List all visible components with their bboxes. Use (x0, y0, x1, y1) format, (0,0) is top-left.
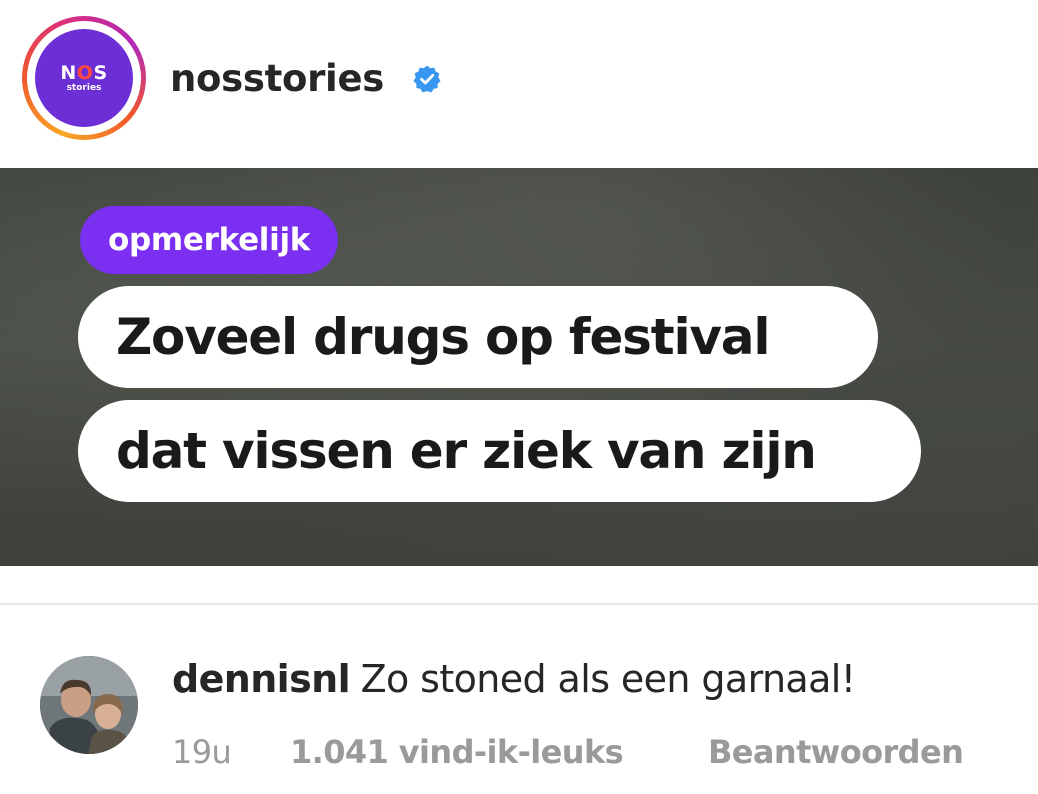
divider (0, 603, 1038, 605)
comment-text: Zo stoned als een garnaal! (360, 657, 856, 701)
nos-logo: NOS (60, 61, 108, 84)
category-tag-label: opmerkelijk (108, 222, 311, 258)
profile-avatar[interactable]: NOS stories (35, 29, 133, 127)
comment-avatar-photo (40, 656, 138, 754)
post-header: NOS stories nosstories (0, 0, 1038, 160)
headline-line-2: dat vissen er ziek van zijn (78, 400, 921, 502)
post-username[interactable]: nosstories (170, 56, 384, 102)
comment-likes-count[interactable]: 1.041 vind-ik-leuks (290, 730, 624, 774)
headline-line-1: Zoveel drugs op festival (78, 286, 878, 388)
profile-avatar-story-ring[interactable]: NOS stories (22, 16, 146, 140)
reply-button[interactable]: Beantwoorden (708, 730, 964, 774)
category-tag: opmerkelijk (80, 206, 339, 274)
verified-badge-icon (413, 65, 441, 93)
comment-avatar[interactable] (40, 656, 138, 754)
comment-body: dennisnl Zo stoned als een garnaal! (172, 654, 856, 705)
headline-text-1: Zoveel drugs op festival (116, 308, 770, 366)
headline-text-2: dat vissen er ziek van zijn (116, 422, 817, 480)
post-media[interactable]: opmerkelijk Zoveel drugs op festival dat… (0, 168, 1038, 566)
nos-logo-subtitle: stories (66, 82, 102, 93)
comment-username[interactable]: dennisnl (172, 657, 351, 701)
comment-timestamp: 19u (172, 733, 232, 771)
